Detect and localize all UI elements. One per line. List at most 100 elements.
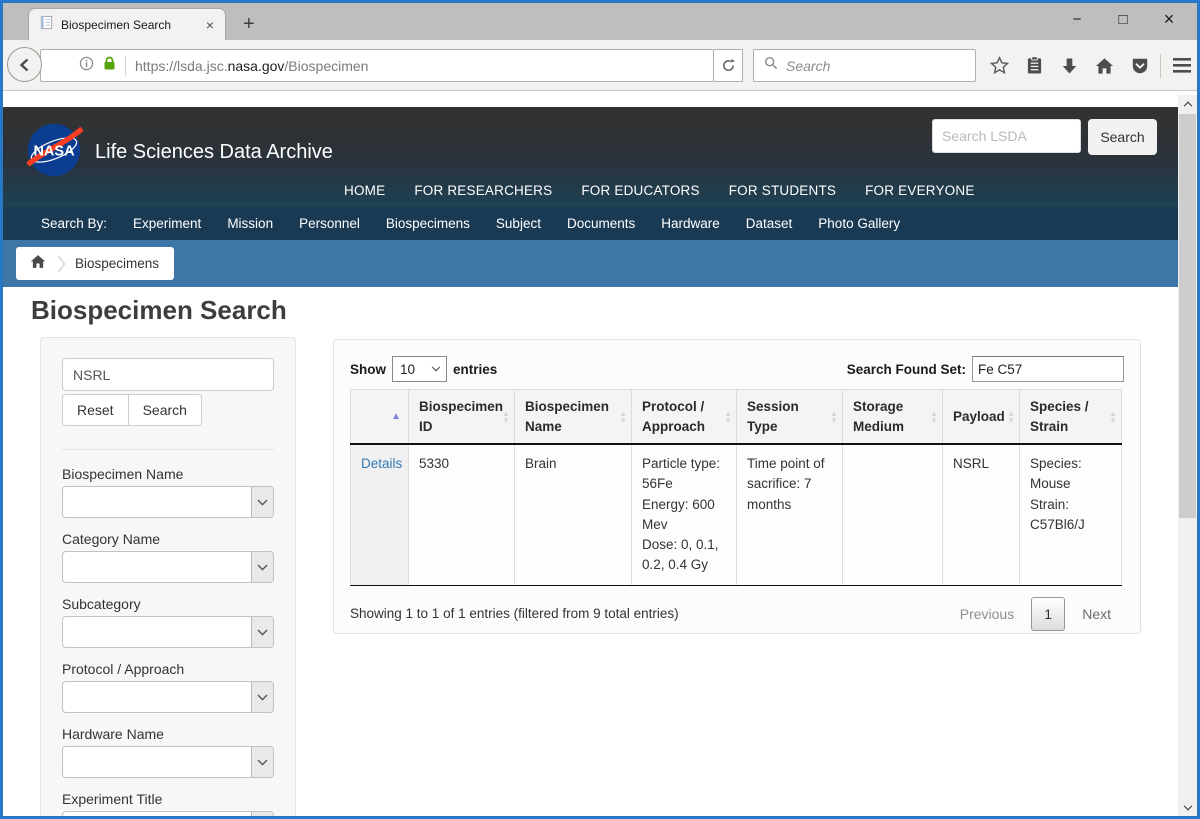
tab-close-icon[interactable]: × [203,17,217,33]
scrollbar-down-icon[interactable] [1178,799,1197,816]
sort-icons: ▲▼ [1109,410,1117,424]
browser-search-box[interactable]: Search [753,49,976,82]
filter-select-category-name[interactable] [62,551,274,583]
sort-icons: ▲▼ [830,410,838,424]
titlebar: Biospecimen Search × + − □ × [3,3,1197,40]
lock-icon[interactable] [103,56,116,76]
searchby-documents[interactable]: Documents [567,216,635,231]
lsda-search-input[interactable] [932,119,1081,153]
url-bar[interactable]: https://lsda.jsc.nasa.gov/Biospecimen [40,49,714,82]
bookmark-star-icon[interactable] [982,56,1017,75]
filter-select-hardware-name[interactable] [62,746,274,778]
entries-label: entries [453,362,497,377]
chevron-down-icon [251,487,273,517]
breadcrumb-current[interactable]: Biospecimens [75,256,159,271]
back-button[interactable] [7,47,42,82]
search-button[interactable]: Search [129,394,202,426]
found-set-input[interactable] [972,356,1124,382]
sort-icons: ▲▼ [724,410,732,424]
clipboard-icon[interactable] [1017,56,1052,75]
column-header-payload[interactable]: Payload▲▼ [943,390,1020,445]
column-header-species-strain[interactable]: Species / Strain▲▼ [1020,390,1122,445]
back-arrow-icon [17,57,33,73]
column-header-storage-medium[interactable]: Storage Medium▲▼ [843,390,943,445]
nav-for-researchers[interactable]: FOR RESEARCHERS [414,183,552,198]
nav-home[interactable]: HOME [344,183,385,198]
pocket-icon[interactable] [1122,57,1157,75]
searchby-dataset[interactable]: Dataset [746,216,793,231]
new-tab-button[interactable]: + [235,12,263,36]
searchby-personnel[interactable]: Personnel [299,216,360,231]
reset-button[interactable]: Reset [62,394,129,426]
chevron-down-icon [251,617,273,647]
cell-species-strain: Species: Mouse Strain: C57Bl6/J [1020,444,1122,585]
favicon-page-icon [39,15,54,35]
window-maximize-button[interactable]: □ [1109,11,1137,28]
scrollbar-thumb[interactable] [1179,114,1196,518]
chevron-down-icon [251,812,273,816]
filter-label-protocol-approach: Protocol / Approach [62,661,274,677]
reload-icon [721,58,736,73]
site-title[interactable]: Life Sciences Data Archive [95,141,333,164]
page-title: Biospecimen Search [31,295,287,326]
pagination-page-1[interactable]: 1 [1031,597,1065,631]
table-row: Details 5330 Brain Particle type: 56Fe E… [351,444,1122,585]
menu-hamburger-icon[interactable] [1164,58,1199,73]
found-set-label: Search Found Set: [847,362,966,377]
cell-protocol-approach: Particle type: 56Fe Energy: 600 Mev Dose… [632,444,737,585]
breadcrumb: Biospecimens [16,247,174,280]
filter-select-biospecimen-name[interactable] [62,486,274,518]
page-size-select[interactable]: 10 [392,356,447,382]
nav-for-educators[interactable]: FOR EDUCATORS [581,183,699,198]
browser-tab[interactable]: Biospecimen Search × [28,8,226,40]
column-header-protocol-approach[interactable]: Protocol / Approach▲▼ [632,390,737,445]
scrollbar-up-icon[interactable] [1178,95,1197,112]
cell-details: Details [351,444,409,585]
sort-icons: ▲▼ [930,410,938,424]
toolbar-divider [1160,54,1161,78]
column-header-details[interactable]: ▲ [351,390,409,445]
home-icon[interactable] [1087,57,1122,75]
pagination-next[interactable]: Next [1082,606,1111,622]
page-scrollbar[interactable] [1178,95,1197,816]
show-label: Show [350,362,386,377]
window-minimize-button[interactable]: − [1063,11,1091,28]
downloads-icon[interactable] [1052,57,1087,75]
searchby-experiment[interactable]: Experiment [133,216,201,231]
nav-for-everyone[interactable]: FOR EVERYONE [865,183,974,198]
nav-for-students[interactable]: FOR STUDENTS [729,183,836,198]
keyword-input[interactable] [62,358,274,391]
browser-search-placeholder: Search [786,58,830,74]
searchby-subject[interactable]: Subject [496,216,541,231]
filter-select-protocol-approach[interactable] [62,681,274,713]
searchby-hardware[interactable]: Hardware [661,216,720,231]
cell-payload: NSRL [943,444,1020,585]
pagination-previous[interactable]: Previous [960,606,1014,622]
filter-select-experiment-title[interactable] [62,811,274,816]
table-info-text: Showing 1 to 1 of 1 entries (filtered fr… [350,606,679,621]
column-header-session-type[interactable]: Session Type▲▼ [737,390,843,445]
breadcrumb-home-icon[interactable] [30,254,46,274]
sort-icons: ▲▼ [619,410,627,424]
filter-select-subcategory[interactable] [62,616,274,648]
results-card: Show 10 entries Search Found Set: [333,339,1141,634]
chevron-down-icon [431,366,441,372]
column-header-biospecimen-name[interactable]: Biospecimen Name▲▼ [515,390,632,445]
details-link[interactable]: Details [361,456,402,471]
chevron-down-icon [251,682,273,712]
cell-biospecimen-id: 5330 [409,444,515,585]
searchby-photo-gallery[interactable]: Photo Gallery [818,216,900,231]
tab-title: Biospecimen Search [61,18,203,32]
reload-button[interactable] [714,49,743,82]
column-header-biospecimen-id[interactable]: Biospecimen ID▲▼ [409,390,515,445]
nasa-logo[interactable]: NASA [25,121,83,184]
table-header-row: ▲ Biospecimen ID▲▼ Biospecimen Name▲▼ Pr… [351,390,1122,445]
searchby-biospecimens[interactable]: Biospecimens [386,216,470,231]
filter-label-subcategory: Subcategory [62,596,274,612]
window-close-button[interactable]: × [1155,9,1183,30]
chevron-down-icon [251,747,273,777]
searchby-mission[interactable]: Mission [227,216,273,231]
site-info-icon[interactable] [79,56,94,76]
lsda-search-button[interactable]: Search [1088,119,1157,155]
filter-sidebar: Reset Search Biospecimen Name Category N… [40,337,296,816]
